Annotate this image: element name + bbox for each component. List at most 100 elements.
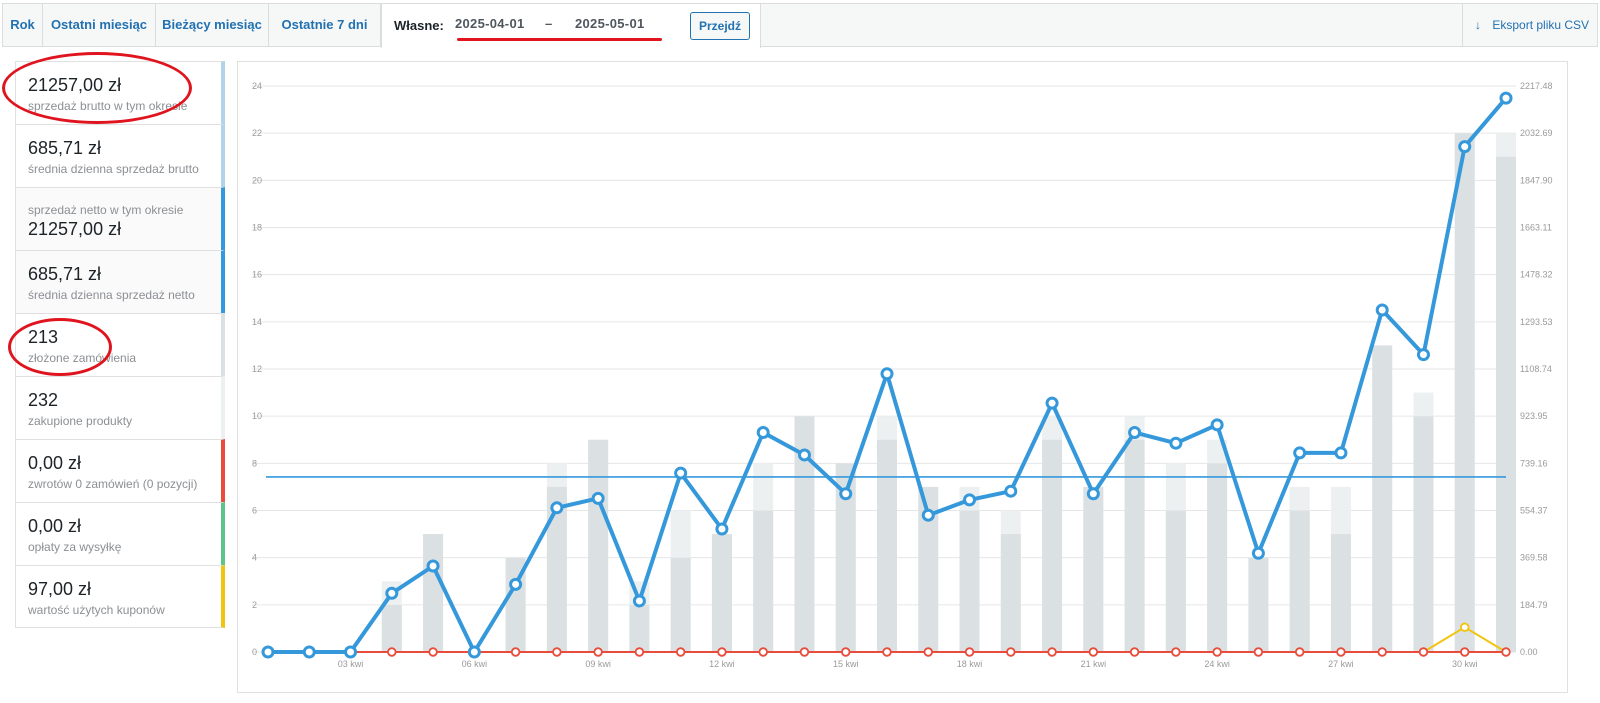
- legend-gross-sales[interactable]: 21257,00 zł sprzedaż brutto w tym okresi…: [15, 61, 225, 124]
- tab-last-7-days[interactable]: Ostatnie 7 dni: [269, 4, 381, 46]
- tab-current-month[interactable]: Bieżący miesiąc: [156, 4, 269, 46]
- point-sprzedaż-netto-w-tym-okresie: [632, 594, 646, 608]
- legend-amount: 232: [28, 390, 59, 410]
- point-zwrotów-0-zamówień-(0-pozycji): [1418, 647, 1429, 657]
- point-zwrotów-0-zamówień-(0-pozycji): [1294, 647, 1305, 657]
- bar-złożone-zamówienia: [1042, 439, 1063, 652]
- legend-products[interactable]: 232 zakupione produkty: [15, 376, 225, 439]
- legend-shipping[interactable]: 0,00 zł opłaty za wysyłkę: [15, 502, 225, 565]
- point-sprzedaż-netto-w-tym-okresie: [839, 487, 853, 501]
- date-range-annotation-underline: [457, 38, 662, 41]
- go-button[interactable]: Przejdź: [690, 12, 750, 40]
- legend-avg-gross-sales[interactable]: 685,71 zł średnia dzienna sprzedaż brutt…: [15, 124, 225, 187]
- x-axis-tick-label: 30 kwi: [1452, 659, 1478, 669]
- point-zwrotów-0-zamówień-(0-pozycji): [841, 647, 851, 657]
- legend-amount: 685,71 zł: [28, 138, 102, 158]
- point-zwrotów-0-zamówień-(0-pozycji): [1377, 647, 1387, 657]
- left-axis-tick-label: 20: [252, 175, 262, 185]
- bar-złożone-zamówienia: [1330, 534, 1351, 652]
- legend-orders[interactable]: 213 złożone zamówienia: [15, 313, 225, 376]
- legend-amount: 21257,00 zł: [28, 75, 122, 95]
- right-axis-tick-label: 0.00: [1520, 647, 1538, 657]
- legend-desc: wartość użytych kuponów: [28, 603, 165, 617]
- point-zwrotów-0-zamówień-(0-pozycji): [1171, 647, 1181, 657]
- point-sprzedaż-netto-w-tym-okresie: [1128, 425, 1142, 439]
- legend-avg-net-sales[interactable]: 685,71 zł średnia dzienna sprzedaż netto: [15, 250, 225, 313]
- x-axis-tick-label: 27 kwi: [1328, 659, 1354, 669]
- bar-złożone-zamówienia: [588, 439, 609, 652]
- chart-legend: 21257,00 zł sprzedaż brutto w tym okresi…: [15, 61, 225, 628]
- point-sprzedaż-netto-w-tym-okresie: [1251, 546, 1265, 560]
- point-sprzedaż-netto-w-tym-okresie: [1045, 396, 1059, 410]
- x-axis-tick-label: 06 kwi: [462, 659, 488, 669]
- left-axis-tick-label: 16: [252, 270, 262, 280]
- legend-desc: opłaty za wysyłkę: [28, 540, 122, 554]
- point-wartość-użytych-kuponów: [1460, 622, 1470, 632]
- tab-last-month[interactable]: Ostatni miesiąc: [43, 4, 156, 46]
- left-axis-tick-label: 22: [252, 128, 262, 138]
- bar-złożone-zamówienia: [753, 510, 774, 652]
- right-axis-tick-label: 2217.48: [1520, 81, 1553, 91]
- date-from-input[interactable]: 2025-04-01: [455, 16, 525, 31]
- point-sprzedaż-netto-w-tym-okresie: [1499, 91, 1513, 105]
- custom-range-label: Własne:: [394, 18, 444, 33]
- point-zwrotów-0-zamówień-(0-pozycji): [1129, 647, 1140, 657]
- point-sprzedaż-netto-w-tym-okresie: [1086, 487, 1100, 501]
- right-axis-tick-label: 923.95: [1520, 411, 1548, 421]
- point-zwrotów-0-zamówień-(0-pozycji): [1006, 647, 1016, 657]
- legend-net-sales[interactable]: sprzedaż netto w tym okresie 21257,00 zł: [15, 187, 225, 250]
- sales-chart-svg: 0246810121416182022240.00184.79369.58554…: [252, 81, 1553, 669]
- legend-desc: sprzedaż netto w tym okresie: [28, 203, 184, 217]
- point-sprzedaż-netto-w-tym-okresie: [963, 493, 977, 507]
- date-to-input[interactable]: 2025-05-01: [575, 16, 645, 31]
- point-sprzedaż-netto-w-tym-okresie: [1004, 484, 1018, 498]
- tab-year[interactable]: Rok: [3, 4, 43, 46]
- point-sprzedaż-netto-w-tym-okresie: [1458, 140, 1472, 154]
- point-zwrotów-0-zamówień-(0-pozycji): [717, 647, 727, 657]
- x-axis-tick-label: 12 kwi: [709, 659, 735, 669]
- left-axis-tick-label: 18: [252, 223, 262, 233]
- left-axis-tick-label: 8: [252, 458, 257, 468]
- point-zwrotów-0-zamówień-(0-pozycji): [1460, 647, 1470, 657]
- point-sprzedaż-netto-w-tym-okresie: [261, 645, 275, 659]
- point-sprzedaż-netto-w-tym-okresie: [385, 586, 399, 600]
- bar-złożone-zamówienia: [1124, 439, 1145, 652]
- bar-złożone-zamówienia: [1413, 416, 1434, 652]
- point-sprzedaż-netto-w-tym-okresie: [921, 508, 935, 522]
- legend-amount: 685,71 zł: [28, 264, 102, 284]
- point-sprzedaż-netto-w-tym-okresie: [509, 577, 523, 591]
- point-sprzedaż-netto-w-tym-okresie: [467, 645, 481, 659]
- bar-złożone-zamówienia: [629, 604, 650, 652]
- legend-desc: średnia dzienna sprzedaż netto: [28, 288, 195, 302]
- download-arrow-icon: ↓: [1475, 18, 1481, 32]
- point-sprzedaż-netto-w-tym-okresie: [674, 466, 688, 480]
- export-csv-link[interactable]: ↓ Eksport pliku CSV: [1462, 4, 1597, 46]
- point-sprzedaż-netto-w-tym-okresie: [1293, 446, 1307, 460]
- point-sprzedaż-netto-w-tym-okresie: [591, 491, 605, 505]
- legend-desc: średnia dzienna sprzedaż brutto: [28, 162, 199, 176]
- bar-złożone-zamówienia: [1289, 510, 1310, 652]
- left-axis-tick-label: 0: [252, 647, 257, 657]
- legend-amount: 97,00 zł: [28, 579, 92, 599]
- point-zwrotów-0-zamówień-(0-pozycji): [634, 647, 645, 657]
- left-axis-tick-label: 24: [252, 81, 262, 91]
- point-sprzedaż-netto-w-tym-okresie: [1375, 303, 1389, 317]
- legend-desc: sprzedaż brutto w tym okresie: [28, 99, 188, 113]
- x-axis-tick-label: 18 kwi: [957, 659, 983, 669]
- point-sprzedaż-netto-w-tym-okresie: [1210, 418, 1224, 432]
- left-axis-tick-label: 2: [252, 600, 257, 610]
- x-axis-tick-label: 15 kwi: [833, 659, 859, 669]
- export-csv-label: Eksport pliku CSV: [1492, 18, 1590, 32]
- point-zwrotów-0-zamówień-(0-pozycji): [1336, 647, 1346, 657]
- legend-coupons[interactable]: 97,00 zł wartość użytych kuponów: [15, 565, 225, 628]
- point-zwrotów-0-zamówień-(0-pozycji): [964, 647, 975, 657]
- right-axis-tick-label: 1663.11: [1520, 223, 1552, 233]
- point-zwrotów-0-zamówień-(0-pozycji): [1088, 647, 1099, 657]
- left-axis-tick-label: 12: [252, 364, 262, 374]
- right-axis-tick-label: 2032.69: [1520, 128, 1553, 138]
- point-zwrotów-0-zamówień-(0-pozycji): [593, 647, 603, 657]
- right-axis-tick-label: 554.37: [1520, 506, 1548, 516]
- legend-refunds[interactable]: 0,00 zł zwrotów 0 zamówień (0 pozycji): [15, 439, 225, 502]
- point-sprzedaż-netto-w-tym-okresie: [880, 367, 894, 381]
- point-sprzedaż-netto-w-tym-okresie: [344, 645, 358, 659]
